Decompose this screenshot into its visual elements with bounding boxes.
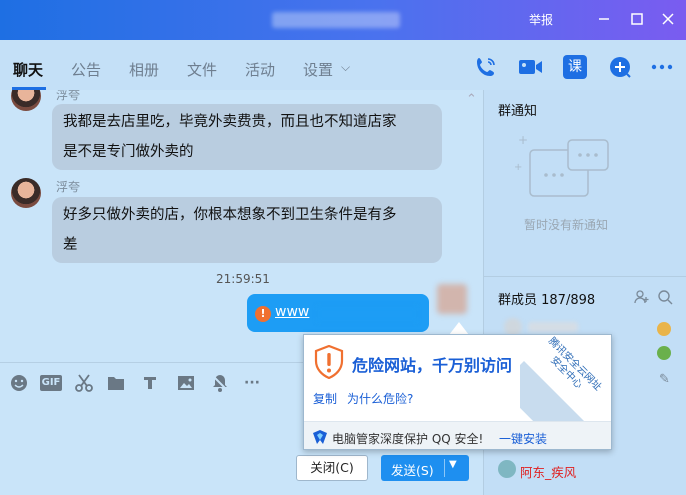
window-title-blurred (272, 12, 400, 28)
admin-badge-icon (657, 322, 671, 336)
my-avatar[interactable] (437, 284, 467, 314)
my-link-message-bubble[interactable]: ! www (247, 294, 429, 332)
send-button[interactable]: 发送(S) ▼ (381, 455, 469, 481)
shield-warning-icon (314, 345, 344, 379)
tab-announcement[interactable]: 公告 (71, 59, 101, 80)
message-bubble[interactable]: 我都是去店里吃，毕竟外卖费贵，而且也不知道店家 是不是专门做外卖的 (52, 104, 442, 170)
copy-link[interactable]: 复制 (313, 390, 337, 407)
svg-text:+: + (518, 133, 528, 147)
popup-title: 危险网站，千万别访问 (352, 356, 513, 375)
chevron-down-icon[interactable]: ⌵ (341, 60, 350, 75)
sender-name: 浮夸 (56, 90, 81, 102)
title-bar[interactable]: 举报 (0, 0, 686, 40)
svg-text:+: + (514, 162, 522, 173)
qq-group-chat-window: 举报 聊天 公告 相册 文件 活动 设置 ⌵ 课 ⌃ 浮夸 我都是去店里吃，毕竟… (0, 0, 686, 495)
close-button[interactable]: 关闭(C) (296, 455, 368, 481)
folder-icon[interactable] (106, 373, 126, 393)
link-blurred (317, 306, 417, 322)
message-line: 差 (63, 237, 78, 253)
admin-badge-icon (657, 346, 671, 360)
tab-chat[interactable]: 聊天 (13, 59, 43, 80)
chevron-down-icon[interactable]: ▼ (449, 459, 457, 470)
edit-icon[interactable]: ✎ (659, 372, 670, 387)
sender-name: 浮夸 (56, 180, 81, 194)
avatar[interactable] (11, 178, 41, 208)
message-line: 好多只做外卖的店，你根本想象不到卫生条件是有多 (63, 207, 397, 223)
tab-activity[interactable]: 活动 (245, 59, 275, 80)
class-icon[interactable]: 课 (563, 55, 587, 79)
send-divider (444, 459, 445, 477)
more-icon[interactable] (650, 55, 674, 79)
avatar[interactable] (11, 90, 41, 111)
gif-icon[interactable]: GIF (40, 375, 62, 391)
avatar (498, 460, 516, 478)
message-line: 我都是去店里吃，毕竟外卖费贵，而且也不知道店家 (63, 114, 397, 130)
popup-footer: 电脑管家深度保护 QQ 安全! 一键安装 (304, 421, 611, 449)
member-row[interactable] (498, 316, 673, 336)
member-row[interactable]: 阿东_疾风 (498, 460, 673, 480)
chat-message-area[interactable]: ⌃ 浮夸 我都是去店里吃，毕竟外卖费贵，而且也不知道店家 是不是专门做外卖的 浮… (0, 90, 483, 362)
why-dangerous-link[interactable]: 为什么危险? (347, 390, 413, 407)
phone-icon[interactable] (474, 55, 498, 79)
video-icon[interactable] (518, 55, 542, 79)
member-name-blurred (528, 322, 578, 332)
member-name: 阿东_疾风 (520, 465, 577, 480)
scissors-icon[interactable] (74, 373, 94, 393)
no-notice-text: 暂时没有新通知 (524, 218, 609, 232)
close-icon[interactable] (657, 8, 679, 30)
install-link[interactable]: 一键安装 (499, 430, 547, 447)
popup-footer-text: 电脑管家深度保护 QQ 安全! (332, 432, 484, 446)
search-icon[interactable] (657, 289, 673, 305)
bell-off-icon[interactable] (210, 373, 230, 393)
maximize-icon[interactable] (626, 8, 648, 30)
minimize-icon[interactable] (593, 8, 615, 30)
report-button[interactable]: 举报 (529, 11, 553, 28)
add-member-icon[interactable] (634, 289, 650, 305)
message-bubble[interactable]: 好多只做外卖的店，你根本想象不到卫生条件是有多 差 (52, 197, 442, 263)
group-members-title: 群成员 187/898 (498, 293, 596, 308)
collapse-up-icon[interactable]: ⌃ (466, 92, 477, 107)
add-icon[interactable] (608, 55, 632, 79)
group-notice-title: 群通知 (498, 104, 538, 119)
tab-files[interactable]: 文件 (187, 59, 217, 80)
music-icon[interactable] (140, 373, 160, 393)
tab-settings[interactable]: 设置 (303, 59, 333, 80)
more-icon[interactable]: ··· (242, 373, 262, 393)
pc-manager-icon (313, 430, 327, 444)
tab-album[interactable]: 相册 (129, 59, 159, 80)
empty-notice-icon: + + (514, 133, 609, 197)
message-line: 是不是专门做外卖的 (63, 144, 194, 160)
image-icon[interactable] (176, 373, 196, 393)
warning-icon: ! (255, 306, 271, 322)
emoji-icon[interactable] (9, 373, 29, 393)
message-timestamp: 21:59:51 (216, 272, 270, 286)
send-button-label: 发送(S) (391, 463, 434, 478)
danger-site-popup[interactable]: 腾讯安全云网址安全中心 危险网站，千万别访问 复制 为什么危险? 电脑管家深度保… (303, 334, 612, 450)
panel-divider (484, 276, 686, 277)
